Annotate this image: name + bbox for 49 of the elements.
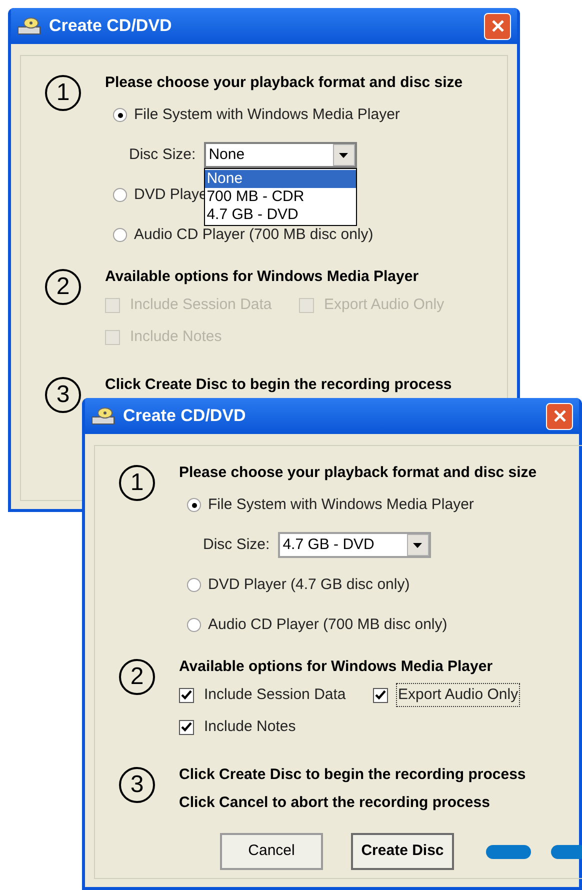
dropdown-option[interactable]: 700 MB - CDR — [204, 188, 356, 206]
field-label: Disc Size: — [129, 144, 196, 165]
checkbox-label: Export Audio Only — [396, 682, 520, 708]
section-heading: Please choose your playback format and disc size — [179, 463, 538, 483]
field-label: Disc Size: — [203, 534, 270, 555]
radio-button[interactable] — [113, 188, 127, 202]
instruction-text: Click Create Disc to begin the recording process — [179, 765, 527, 785]
create-disc-button[interactable]: Create Disc — [351, 833, 454, 870]
radio-label: DVD Player (4.7 GB disc only) — [208, 574, 410, 595]
radio-label: Audio CD Player (700 MB disc only) — [134, 224, 374, 245]
radio-button[interactable] — [187, 618, 201, 632]
disc-drive-icon — [91, 406, 115, 426]
step-number: 1 — [119, 465, 155, 501]
checkbox-label: Include Notes — [203, 716, 297, 737]
close-button[interactable] — [484, 12, 511, 40]
instruction-text: Click Cancel to abort the recording process — [179, 793, 491, 813]
close-button[interactable] — [546, 402, 573, 430]
checkbox[interactable] — [373, 688, 388, 702]
step-number: 2 — [45, 269, 81, 305]
instruction-text: Click Create Disc to begin the recording process — [105, 375, 453, 395]
disc-drive-icon — [17, 16, 41, 36]
radio-button[interactable] — [113, 108, 127, 122]
checkbox[interactable] — [179, 688, 194, 702]
cancel-button[interactable]: Cancel — [220, 833, 323, 870]
window-title: Create CD/DVD — [49, 15, 173, 38]
disc-size-dropdown[interactable]: 4.7 GB - DVD — [278, 532, 431, 558]
radio-button[interactable] — [187, 578, 201, 592]
radio-label: File System with Windows Media Player — [208, 494, 474, 515]
section-heading: Available options for Windows Media Player — [105, 267, 420, 287]
dropdown-option[interactable]: None — [204, 170, 356, 188]
checkbox[interactable] — [179, 720, 194, 734]
step-number: 2 — [119, 659, 155, 695]
close-icon — [490, 19, 504, 33]
step-number: 3 — [45, 377, 81, 413]
step-number: 1 — [45, 75, 81, 111]
step-number: 3 — [119, 767, 155, 803]
close-icon — [552, 409, 566, 423]
radio-button[interactable] — [113, 228, 127, 242]
section-heading: Please choose your playback format and disc size — [105, 73, 464, 93]
checkbox-label: Include Session Data — [203, 684, 347, 705]
caret-icon — [332, 144, 355, 166]
radio-label: File System with Windows Media Player — [134, 104, 400, 125]
caret-icon — [406, 534, 429, 556]
disc-size-dropdown[interactable]: None — [204, 142, 357, 168]
section-heading: Available options for Windows Media Player — [179, 657, 494, 677]
dropdown-option[interactable]: 4.7 GB - DVD — [204, 206, 356, 224]
radio-button[interactable] — [187, 498, 201, 512]
radio-label: Audio CD Player (700 MB disc only) — [208, 614, 448, 635]
window-title: Create CD/DVD — [123, 405, 247, 428]
